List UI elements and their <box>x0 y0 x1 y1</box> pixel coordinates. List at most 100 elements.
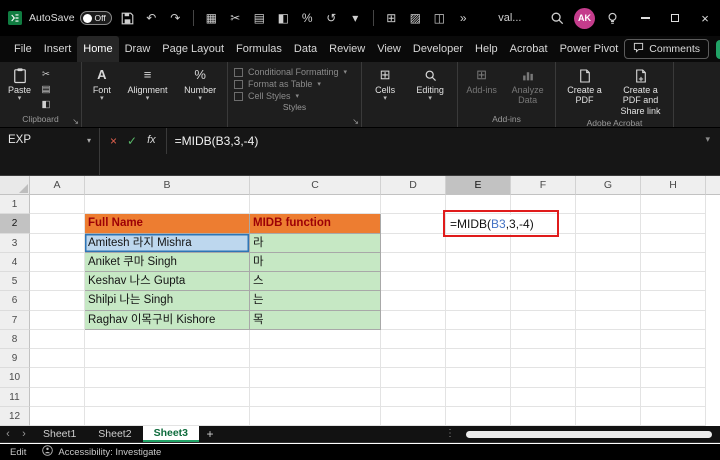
search-icon[interactable] <box>548 11 565 25</box>
styles-dialog-launcher-icon[interactable]: ↘ <box>352 117 359 126</box>
sheet-more-icon[interactable]: ⋮ <box>442 426 458 442</box>
maximize-button[interactable] <box>660 0 690 36</box>
column-header-G[interactable]: G <box>576 176 641 195</box>
redo-icon[interactable]: ↷ <box>167 10 184 26</box>
cell-G8[interactable] <box>576 329 641 349</box>
cell-D2[interactable] <box>381 214 446 234</box>
cell-H4[interactable] <box>641 252 706 272</box>
cell-G1[interactable] <box>576 195 641 215</box>
cell-A9[interactable] <box>30 349 85 369</box>
cell-C2[interactable]: MIDB function <box>250 214 381 234</box>
cell-G12[interactable] <box>576 406 641 426</box>
cell-F10[interactable] <box>511 368 576 388</box>
cell-H9[interactable] <box>641 349 706 369</box>
lightbulb-icon[interactable] <box>604 12 621 25</box>
cell-D7[interactable] <box>381 310 446 330</box>
cell-D3[interactable] <box>381 233 446 253</box>
minimize-button[interactable] <box>630 0 660 36</box>
cell-F6[interactable] <box>511 291 576 311</box>
table-icon[interactable]: ▦ <box>203 10 220 26</box>
cell-H5[interactable] <box>641 272 706 292</box>
cell-D11[interactable] <box>381 387 446 407</box>
paste-button[interactable]: Paste ▾ <box>4 66 35 102</box>
cell-D4[interactable] <box>381 252 446 272</box>
cell-H8[interactable] <box>641 329 706 349</box>
cell-G5[interactable] <box>576 272 641 292</box>
cell-F3[interactable] <box>511 233 576 253</box>
cell-E8[interactable] <box>446 329 511 349</box>
avatar[interactable]: AK <box>574 7 595 29</box>
cell-E5[interactable] <box>446 272 511 292</box>
cell-H1[interactable] <box>641 195 706 215</box>
menu-tab-acrobat[interactable]: Acrobat <box>504 36 554 62</box>
sheet-nav-next-icon[interactable]: › <box>16 426 32 442</box>
cell-E6[interactable] <box>446 291 511 311</box>
sheet-tab-sheet3[interactable]: Sheet3 <box>142 426 199 442</box>
menu-tab-home[interactable]: Home <box>77 36 119 62</box>
accessibility-status[interactable]: Accessibility: Investigate <box>42 445 161 459</box>
cell-B1[interactable] <box>85 195 250 215</box>
menu-tab-formulas[interactable]: Formulas <box>230 36 288 62</box>
cell-D12[interactable] <box>381 406 446 426</box>
menu-tab-view[interactable]: View <box>371 36 407 62</box>
create-pdf-button[interactable]: Create a PDF <box>560 66 609 107</box>
font-menu-button[interactable]: A Font ▾ <box>89 66 115 102</box>
share-button[interactable] <box>716 39 720 59</box>
cell-C5[interactable]: 스 <box>250 272 381 292</box>
conditional-formatting-button[interactable]: Conditional Formatting ▾ <box>234 67 355 77</box>
cell-E3[interactable] <box>446 233 511 253</box>
save-icon[interactable] <box>119 12 136 25</box>
merge-cells-icon[interactable]: ◫ <box>431 10 448 26</box>
cell-E7[interactable] <box>446 310 511 330</box>
formula-input[interactable]: =MIDB(B3,3,-4) <box>167 128 267 175</box>
cell-H11[interactable] <box>641 387 706 407</box>
create-pdf-share-button[interactable]: Create a PDF and Share link <box>612 66 669 117</box>
cell-H7[interactable] <box>641 310 706 330</box>
cell-D1[interactable] <box>381 195 446 215</box>
cell-D9[interactable] <box>381 349 446 369</box>
cell-A1[interactable] <box>30 195 85 215</box>
fill-color-icon[interactable]: ▨ <box>407 10 424 26</box>
row-header-6[interactable]: 6 <box>0 291 30 311</box>
cell-A6[interactable] <box>30 291 85 311</box>
cell-C10[interactable] <box>250 368 381 388</box>
addins-button[interactable]: ⊞ Add-ins <box>462 66 501 96</box>
cell-C7[interactable]: 목 <box>250 310 381 330</box>
column-header-H[interactable]: H <box>641 176 706 195</box>
cell-C1[interactable] <box>250 195 381 215</box>
cell-E9[interactable] <box>446 349 511 369</box>
cell-A3[interactable] <box>30 233 85 253</box>
row-header-8[interactable]: 8 <box>0 329 30 349</box>
select-all-corner[interactable] <box>0 176 30 195</box>
cell-F8[interactable] <box>511 329 576 349</box>
cell-B11[interactable] <box>85 387 250 407</box>
autosave-switch[interactable]: Off <box>79 11 112 25</box>
cell-F12[interactable] <box>511 406 576 426</box>
cell-H12[interactable] <box>641 406 706 426</box>
cell-D5[interactable] <box>381 272 446 292</box>
cell-A7[interactable] <box>30 310 85 330</box>
format-painter-icon[interactable]: ◧ <box>275 10 292 26</box>
cell-H10[interactable] <box>641 368 706 388</box>
cell-E4[interactable] <box>446 252 511 272</box>
sheet-tab-sheet1[interactable]: Sheet1 <box>32 426 87 442</box>
cell-G7[interactable] <box>576 310 641 330</box>
cell-D10[interactable] <box>381 368 446 388</box>
cut-icon[interactable]: ✂ <box>38 68 54 81</box>
menu-tab-power-pivot[interactable]: Power Pivot <box>554 36 625 62</box>
cell-G10[interactable] <box>576 368 641 388</box>
copy-icon[interactable]: ▤ <box>38 83 54 96</box>
cell-A8[interactable] <box>30 329 85 349</box>
cell-F11[interactable] <box>511 387 576 407</box>
cell-A4[interactable] <box>30 252 85 272</box>
autosave-toggle[interactable]: AutoSave Off <box>29 11 112 25</box>
row-header-11[interactable]: 11 <box>0 387 30 407</box>
menu-tab-insert[interactable]: Insert <box>38 36 78 62</box>
cell-B7[interactable]: Raghav 이목구비 Kishore <box>85 310 250 330</box>
name-box[interactable]: EXP ▾ <box>0 128 100 175</box>
sheet-nav-prev-icon[interactable]: ‹ <box>0 426 16 442</box>
cell-B12[interactable] <box>85 406 250 426</box>
editing-menu-button[interactable]: Editing ▾ <box>412 66 448 102</box>
menu-tab-developer[interactable]: Developer <box>407 36 469 62</box>
cell-B2[interactable]: Full Name <box>85 214 250 234</box>
